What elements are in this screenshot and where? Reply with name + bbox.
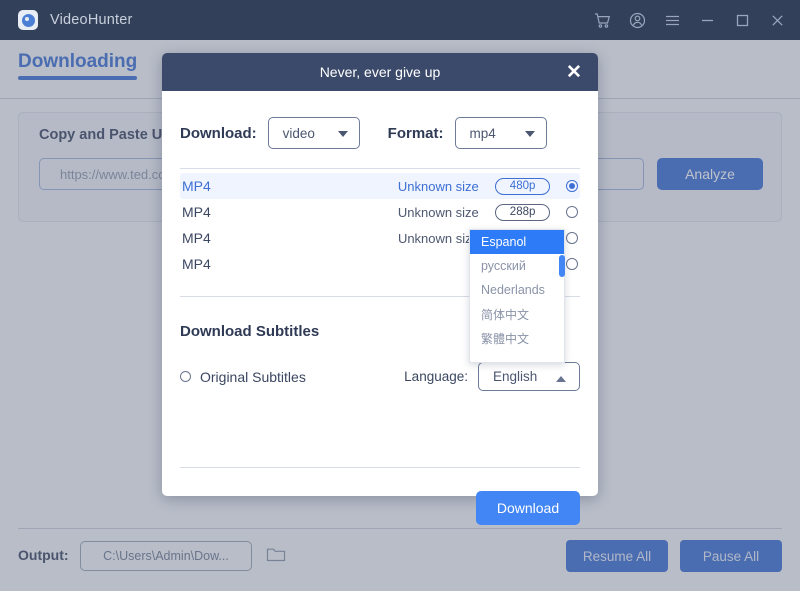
language-option-traditional-chinese[interactable]: 繁體中文 bbox=[470, 326, 564, 350]
cart-icon[interactable] bbox=[594, 12, 611, 29]
format-value: mp4 bbox=[469, 125, 496, 141]
dialog-header: Never, ever give up ✕ bbox=[162, 53, 598, 91]
stream-format: MP4 bbox=[182, 178, 211, 194]
language-value: English bbox=[493, 369, 538, 384]
language-select[interactable]: English bbox=[478, 362, 580, 391]
stream-quality-badge: 288p bbox=[494, 203, 551, 221]
videohunter-logo-icon bbox=[18, 10, 38, 30]
stream-radio[interactable] bbox=[566, 180, 578, 192]
language-option-espanol[interactable]: Espanol bbox=[470, 230, 564, 254]
stream-size: Unknown size bbox=[397, 178, 479, 194]
stream-format: MP4 bbox=[182, 204, 211, 220]
language-option-russian[interactable]: русский bbox=[470, 254, 564, 278]
stream-format: MP4 bbox=[182, 230, 211, 246]
table-row[interactable]: MP4 Unknown size 288p bbox=[180, 199, 580, 225]
format-label: Format: bbox=[387, 124, 444, 142]
format-select[interactable]: mp4 bbox=[454, 117, 547, 149]
account-icon[interactable] bbox=[629, 12, 646, 29]
stream-format: MP4 bbox=[182, 256, 211, 272]
window-controls bbox=[594, 12, 786, 29]
stream-radio[interactable] bbox=[566, 258, 578, 270]
close-icon[interactable]: ✕ bbox=[564, 62, 584, 82]
language-option-simplified-chinese[interactable]: 简体中文 bbox=[470, 302, 564, 326]
original-subtitles-label: Original Subtitles bbox=[200, 368, 306, 385]
download-type-label: Download: bbox=[180, 124, 257, 142]
chevron-down-icon bbox=[524, 131, 535, 137]
original-subtitles-radio[interactable] bbox=[180, 371, 191, 382]
download-type-select[interactable]: video bbox=[267, 117, 360, 149]
download-type-value: video bbox=[282, 125, 315, 141]
footer-divider bbox=[180, 467, 580, 468]
options-divider bbox=[180, 168, 580, 169]
stream-radio[interactable] bbox=[566, 232, 578, 244]
language-label: Language: bbox=[404, 369, 468, 384]
stream-radio[interactable] bbox=[566, 206, 578, 218]
app-window: VideoHunter Downloading Copy and Paste U… bbox=[0, 0, 800, 591]
title-bar: VideoHunter bbox=[0, 0, 800, 40]
maximize-icon[interactable] bbox=[734, 12, 751, 29]
stream-quality-badge: 480p bbox=[494, 177, 551, 195]
language-dropdown-scrollbar[interactable] bbox=[559, 255, 565, 277]
dialog-title: Never, ever give up bbox=[319, 64, 441, 80]
download-options-row: Download: video Format: mp4 bbox=[180, 117, 580, 149]
chevron-down-icon bbox=[337, 131, 348, 137]
app-title: VideoHunter bbox=[50, 12, 133, 28]
stream-size: Unknown size bbox=[397, 204, 479, 220]
download-button[interactable]: Download bbox=[476, 491, 580, 525]
stream-size: Unknown size bbox=[397, 230, 479, 246]
language-option-nederlands[interactable]: Nederlands bbox=[470, 278, 564, 302]
close-icon[interactable] bbox=[769, 12, 786, 29]
table-row[interactable]: MP4 Unknown size 480p bbox=[180, 173, 580, 199]
subtitles-row: Original Subtitles Language: English bbox=[180, 362, 580, 391]
minimize-icon[interactable] bbox=[699, 12, 716, 29]
menu-icon[interactable] bbox=[664, 12, 681, 29]
language-dropdown-menu: Espanol русский Nederlands 简体中文 繁體中文 bbox=[469, 229, 565, 363]
chevron-up-icon bbox=[556, 376, 566, 382]
